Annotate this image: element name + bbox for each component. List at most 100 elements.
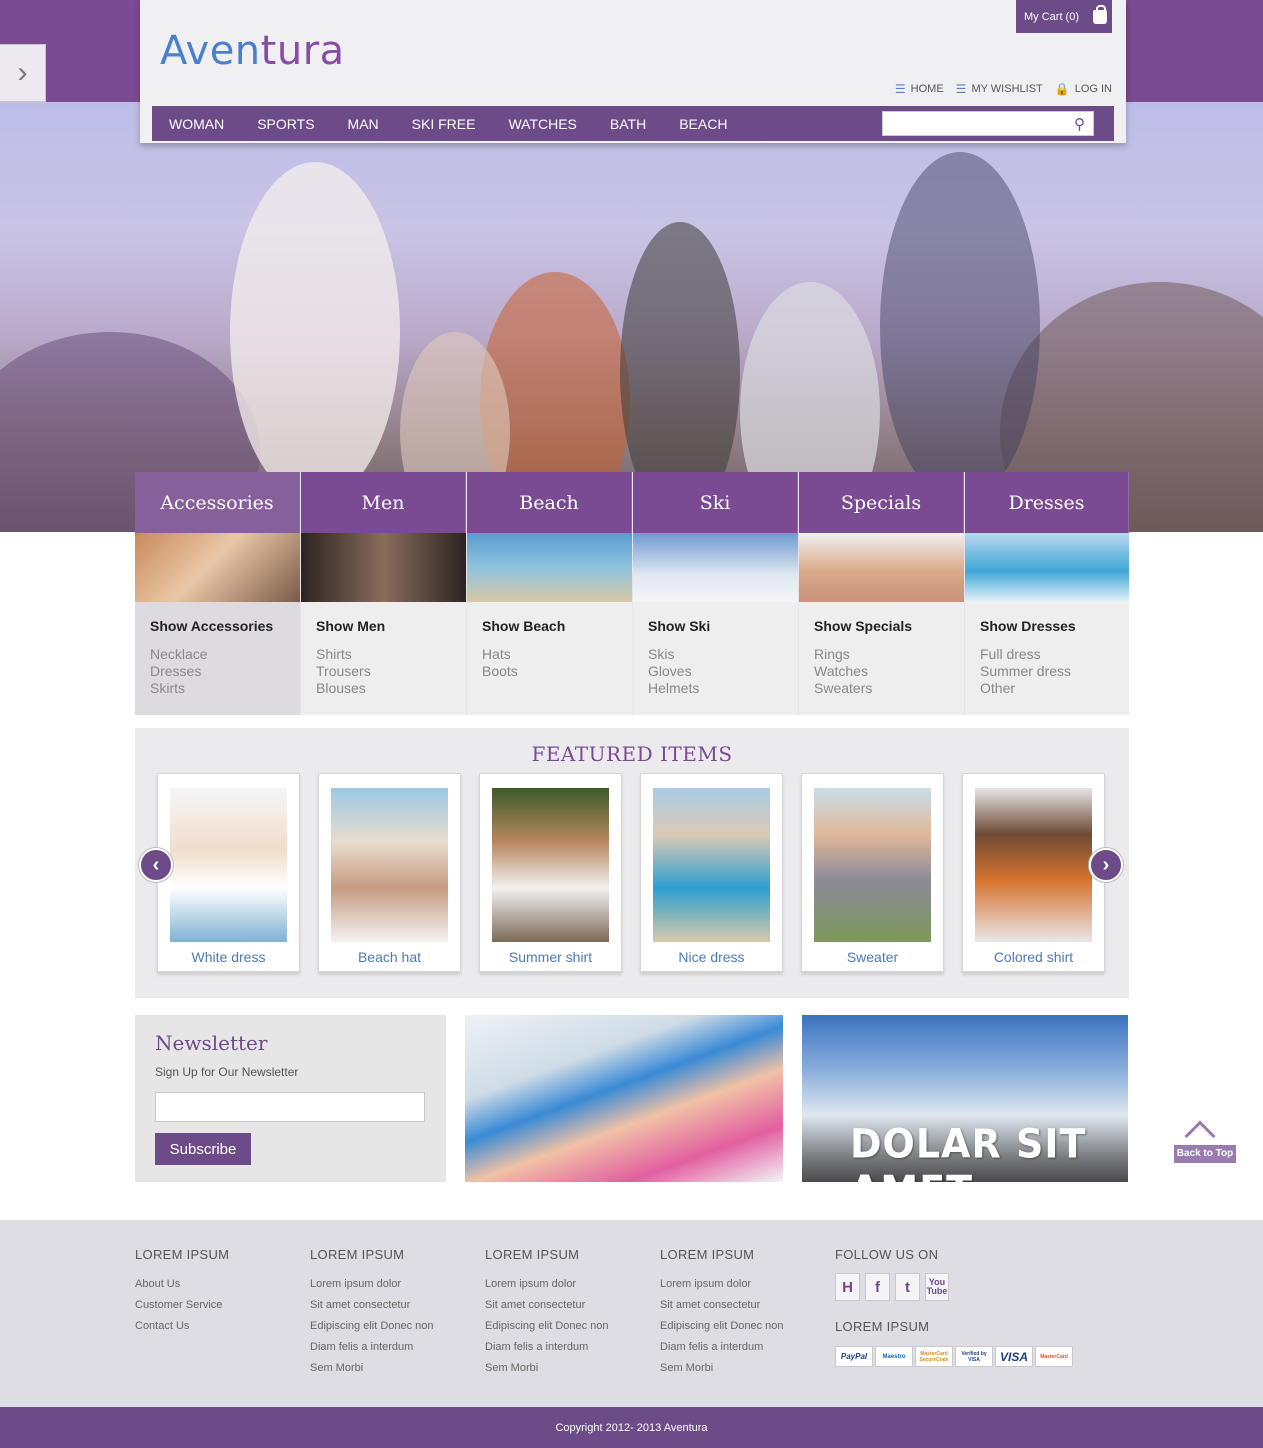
footer-link[interactable]: Sem Morbi bbox=[310, 1358, 434, 1379]
product-card[interactable]: Summer shirt bbox=[479, 773, 622, 972]
footer-link[interactable]: Diam felis a interdum bbox=[660, 1337, 784, 1358]
product-card[interactable]: Nice dress bbox=[640, 773, 783, 972]
category-ski[interactable]: Ski Show Ski Skis Gloves Helmets bbox=[633, 472, 799, 715]
facebook-icon[interactable]: f bbox=[865, 1273, 890, 1301]
category-sublink[interactable]: Gloves bbox=[648, 663, 798, 680]
footer-column-title: LOREM IPSUM bbox=[485, 1247, 580, 1262]
category-tab-dresses[interactable]: Dresses bbox=[965, 472, 1129, 533]
category-beach[interactable]: Beach Show Beach Hats Boots bbox=[467, 472, 633, 715]
category-sublink[interactable]: Trousers bbox=[316, 663, 466, 680]
product-name[interactable]: Summer shirt bbox=[480, 949, 621, 965]
product-card[interactable]: Beach hat bbox=[318, 773, 461, 972]
nav-watches[interactable]: WATCHES bbox=[508, 116, 576, 132]
youtube-icon[interactable]: You Tube bbox=[925, 1273, 949, 1301]
category-show-link[interactable]: Show Beach bbox=[482, 618, 632, 634]
promo-banner-hiking[interactable]: DOLAR SIT AMET bbox=[802, 1015, 1128, 1182]
product-name[interactable]: White dress bbox=[158, 949, 299, 965]
nav-beach[interactable]: BEACH bbox=[679, 116, 727, 132]
promo-banner-family[interactable] bbox=[465, 1015, 783, 1182]
product-image[interactable] bbox=[975, 788, 1092, 942]
category-specials[interactable]: Specials Show Specials Rings Watches Swe… bbox=[799, 472, 965, 715]
nav-man[interactable]: MAN bbox=[348, 116, 379, 132]
carousel-prev-button[interactable]: ‹ bbox=[139, 848, 173, 882]
chevron-right-icon: › bbox=[1102, 853, 1110, 876]
category-sublink[interactable]: Sweaters bbox=[814, 680, 964, 697]
slider-toggle-button[interactable]: › bbox=[0, 44, 46, 102]
product-name[interactable]: Sweater bbox=[802, 949, 943, 965]
category-tab-men[interactable]: Men bbox=[301, 472, 466, 533]
footer-link[interactable]: Sit amet consectetur bbox=[485, 1295, 609, 1316]
category-sublink[interactable]: Helmets bbox=[648, 680, 798, 697]
footer-link[interactable]: Lorem ipsum dolor bbox=[485, 1274, 609, 1295]
product-name[interactable]: Nice dress bbox=[641, 949, 782, 965]
category-dresses[interactable]: Dresses Show Dresses Full dress Summer d… bbox=[965, 472, 1129, 715]
category-tab-specials[interactable]: Specials bbox=[799, 472, 964, 533]
footer-link[interactable]: Lorem ipsum dolor bbox=[660, 1274, 784, 1295]
product-name[interactable]: Beach hat bbox=[319, 949, 460, 965]
category-sublink[interactable]: Hats bbox=[482, 646, 632, 663]
hyves-icon[interactable]: H bbox=[835, 1273, 860, 1301]
footer-link[interactable]: Sit amet consectetur bbox=[310, 1295, 434, 1316]
category-show-link[interactable]: Show Dresses bbox=[980, 618, 1129, 634]
category-sublink[interactable]: Watches bbox=[814, 663, 964, 680]
category-sublink[interactable]: Skirts bbox=[150, 680, 300, 697]
category-show-link[interactable]: Show Accessories bbox=[150, 618, 300, 634]
subscribe-button[interactable]: Subscribe bbox=[155, 1133, 251, 1165]
category-sublink[interactable]: Dresses bbox=[150, 663, 300, 680]
cart-button[interactable]: My Cart (0) bbox=[1016, 0, 1112, 33]
product-image[interactable] bbox=[331, 788, 448, 942]
login-link[interactable]: 🔒 LOG IN bbox=[1055, 82, 1112, 96]
footer-link[interactable]: Diam felis a interdum bbox=[485, 1337, 609, 1358]
product-card[interactable]: Sweater bbox=[801, 773, 944, 972]
product-card[interactable]: Colored shirt bbox=[962, 773, 1105, 972]
footer-link[interactable]: Edipiscing elit Donec non bbox=[660, 1316, 784, 1337]
nav-sports[interactable]: SPORTS bbox=[257, 116, 314, 132]
category-tab-beach[interactable]: Beach bbox=[467, 472, 632, 533]
category-sublink[interactable]: Necklace bbox=[150, 646, 300, 663]
twitter-icon[interactable]: t bbox=[895, 1273, 920, 1301]
category-sublink[interactable]: Other bbox=[980, 680, 1129, 697]
verified-by-visa-icon: Verified by VISA bbox=[955, 1346, 993, 1367]
footer-link[interactable]: Edipiscing elit Donec non bbox=[310, 1316, 434, 1337]
newsletter-email-input[interactable] bbox=[155, 1092, 425, 1122]
logo[interactable]: Aventura bbox=[160, 28, 345, 74]
category-accessories[interactable]: Accessories Show Accessories Necklace Dr… bbox=[135, 472, 301, 715]
wishlist-link[interactable]: ☰ MY WISHLIST bbox=[956, 82, 1043, 96]
category-sublink[interactable]: Boots bbox=[482, 663, 632, 680]
category-sublink[interactable]: Rings bbox=[814, 646, 964, 663]
home-link[interactable]: ☰ HOME bbox=[895, 82, 944, 96]
category-sublink[interactable]: Blouses bbox=[316, 680, 466, 697]
footer-link[interactable]: Sem Morbi bbox=[660, 1358, 784, 1379]
footer-link[interactable]: Contact Us bbox=[135, 1316, 229, 1337]
footer-link[interactable]: Lorem ipsum dolor bbox=[310, 1274, 434, 1295]
footer-link[interactable]: Sit amet consectetur bbox=[660, 1295, 784, 1316]
category-tab-ski[interactable]: Ski bbox=[633, 472, 798, 533]
footer-link[interactable]: Edipiscing elit Donec non bbox=[485, 1316, 609, 1337]
product-name[interactable]: Colored shirt bbox=[963, 949, 1104, 965]
category-sublink[interactable]: Skis bbox=[648, 646, 798, 663]
category-show-link[interactable]: Show Specials bbox=[814, 618, 964, 634]
nav-bath[interactable]: BATH bbox=[610, 116, 646, 132]
product-image[interactable] bbox=[492, 788, 609, 942]
nav-ski-free[interactable]: SKI FREE bbox=[412, 116, 476, 132]
category-sublink[interactable]: Summer dress bbox=[980, 663, 1129, 680]
category-show-link[interactable]: Show Ski bbox=[648, 618, 798, 634]
product-image[interactable] bbox=[170, 788, 287, 942]
carousel-next-button[interactable]: › bbox=[1089, 848, 1123, 882]
nav-woman[interactable]: WOMAN bbox=[169, 116, 224, 132]
back-to-top-button[interactable]: Back to Top bbox=[1174, 1119, 1236, 1163]
footer-link[interactable]: Customer Service bbox=[135, 1295, 229, 1316]
search-input[interactable] bbox=[883, 112, 1063, 135]
product-card[interactable]: White dress bbox=[157, 773, 300, 972]
category-sublink[interactable]: Full dress bbox=[980, 646, 1129, 663]
category-men[interactable]: Men Show Men Shirts Trousers Blouses bbox=[301, 472, 467, 715]
category-show-link[interactable]: Show Men bbox=[316, 618, 466, 634]
product-image[interactable] bbox=[653, 788, 770, 942]
category-tab-accessories[interactable]: Accessories bbox=[135, 472, 300, 533]
product-image[interactable] bbox=[814, 788, 931, 942]
footer-link[interactable]: Diam felis a interdum bbox=[310, 1337, 434, 1358]
category-sublink[interactable]: Shirts bbox=[316, 646, 466, 663]
footer-link[interactable]: About Us bbox=[135, 1274, 229, 1295]
search-icon[interactable]: ⚲ bbox=[1074, 115, 1085, 133]
footer-link[interactable]: Sem Morbi bbox=[485, 1358, 609, 1379]
